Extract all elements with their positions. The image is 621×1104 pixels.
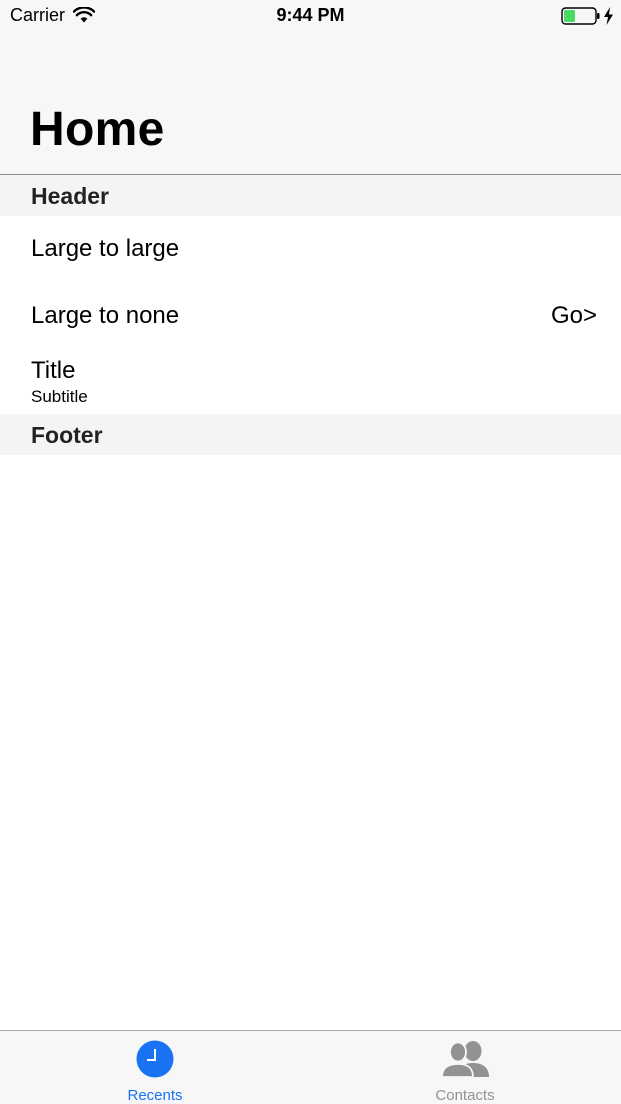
clock-time: 9:44 PM: [276, 5, 345, 25]
tab-bar: Recents Contacts: [0, 1030, 621, 1104]
clock-icon: [136, 1040, 174, 1078]
table-row-large-to-large[interactable]: Large to large: [0, 216, 621, 282]
row-detail-go: Go>: [550, 302, 597, 329]
table-row-title-subtitle[interactable]: Title Subtitle: [0, 349, 621, 414]
tab-recents[interactable]: Recents: [0, 1031, 310, 1104]
status-bar: Carrier 9:44 PM: [0, 0, 621, 32]
table-row-large-to-none[interactable]: Large to none Go>: [0, 282, 621, 349]
section-footer: Footer: [0, 414, 621, 455]
section-footer-label: Footer: [31, 422, 103, 448]
tab-label-contacts: Contacts: [435, 1087, 495, 1104]
tab-contacts[interactable]: Contacts: [310, 1031, 620, 1104]
row-label: Large to none: [31, 302, 180, 329]
navigation-bar: Home: [0, 32, 621, 175]
battery-icon: [561, 7, 600, 25]
section-header-label: Header: [31, 183, 109, 209]
row-title: Title: [31, 357, 76, 384]
tab-label-recents: Recents: [127, 1087, 183, 1104]
charging-bolt-icon: [604, 7, 613, 25]
contacts-icon: [441, 1041, 489, 1078]
row-label: Large to large: [31, 235, 180, 262]
section-header: Header: [0, 175, 621, 216]
page-title: Home: [30, 103, 165, 156]
row-subtitle: Subtitle: [31, 387, 88, 406]
app-screen: Carrier 9:44 PM Home Header Large to lar…: [0, 0, 621, 1104]
